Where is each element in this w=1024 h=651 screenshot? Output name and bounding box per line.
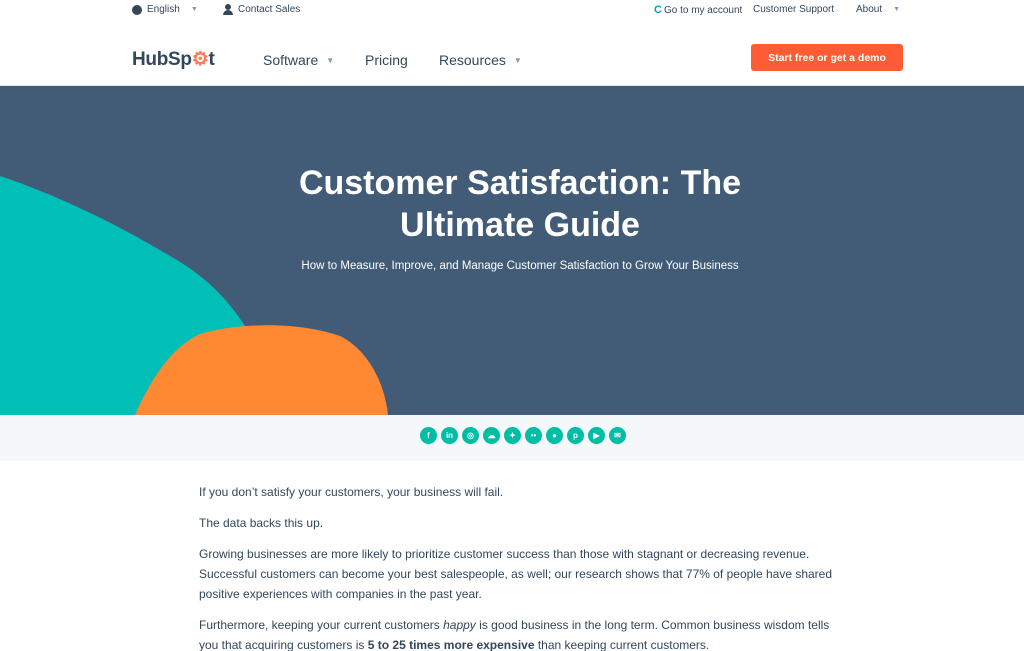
account-link[interactable]: C Go to my account (654, 4, 742, 16)
article-paragraph: If you don’t satisfy your customers, you… (199, 485, 504, 499)
hero-decorative-shapes (0, 176, 388, 415)
social-share-bar: f in ◎ ☁ ✦ •• ● p ▶ ✉ (0, 415, 1024, 461)
account-label: Go to my account (663, 4, 743, 16)
chevron-down-icon: ▼ (893, 6, 901, 13)
account-icon: C (654, 4, 662, 16)
nav-pricing[interactable]: Pricing (365, 52, 408, 68)
logo-sprocket-icon: ⚙ (191, 49, 209, 70)
page-title: Customer Satisfaction: The Ultimate Guid… (298, 164, 742, 244)
text-segment: Furthermore, keeping your current custom… (199, 618, 444, 632)
nav-software[interactable]: Software ▼ (263, 52, 334, 68)
youtube-icon[interactable]: ▶ (588, 427, 605, 444)
nav-resources[interactable]: Resources ▼ (439, 52, 522, 68)
facebook-icon[interactable]: f (420, 427, 437, 444)
pinterest-icon[interactable]: p (567, 427, 584, 444)
logo-text-end: t (208, 49, 215, 70)
about-menu[interactable]: About ▼ (856, 4, 900, 15)
bold-text: 5 to 25 times more expensive (367, 638, 535, 651)
contact-sales-label: Contact Sales (238, 4, 301, 15)
contact-sales-link[interactable]: Contact Sales (223, 4, 300, 15)
logo-text: HubSp (132, 49, 192, 70)
email-icon[interactable]: ✉ (609, 427, 626, 444)
customer-support-link[interactable]: Customer Support (753, 4, 834, 15)
utility-bar: English ▼ Contact Sales C Go to my accou… (0, 0, 1024, 22)
text-segment: than keeping current customers. (534, 638, 710, 651)
github-icon[interactable]: ● (546, 427, 563, 444)
article-paragraph: The data backs this up. (199, 516, 324, 530)
article-paragraph: Growing businesses are more likely to pr… (199, 547, 833, 601)
hubspot-logo[interactable]: HubSp⚙t (132, 48, 215, 71)
twitter-icon[interactable]: ✦ (504, 427, 521, 444)
language-selector[interactable]: English ▼ (132, 4, 198, 15)
article-paragraph: Furthermore, keeping your current custom… (199, 615, 849, 651)
nav-resources-label: Resources (439, 52, 506, 68)
article-body: If you don’t satisfy your customers, you… (199, 482, 849, 651)
social-icons: f in ◎ ☁ ✦ •• ● p ▶ ✉ (420, 427, 626, 444)
chevron-down-icon: ▼ (190, 6, 198, 13)
chevron-down-icon: ▼ (513, 55, 522, 65)
nav-software-label: Software (263, 52, 319, 68)
page-subtitle: How to Measure, Improve, and Manage Cust… (301, 260, 739, 272)
chevron-down-icon: ▼ (326, 55, 335, 65)
customer-support-label: Customer Support (753, 4, 835, 15)
flickr-icon[interactable]: •• (525, 427, 542, 444)
about-label: About (856, 4, 883, 15)
instagram-icon[interactable]: ◎ (462, 427, 479, 444)
linkedin-icon[interactable]: in (441, 427, 458, 444)
person-icon (223, 4, 233, 15)
hero-banner: Customer Satisfaction: The Ultimate Guid… (0, 86, 1024, 415)
language-label: English (147, 4, 180, 15)
soundcloud-icon[interactable]: ☁ (483, 427, 500, 444)
nav-pricing-label: Pricing (365, 52, 408, 68)
start-free-button[interactable]: Start free or get a demo (751, 44, 903, 71)
globe-icon (132, 4, 142, 15)
emphasis-text: happy (443, 618, 476, 632)
